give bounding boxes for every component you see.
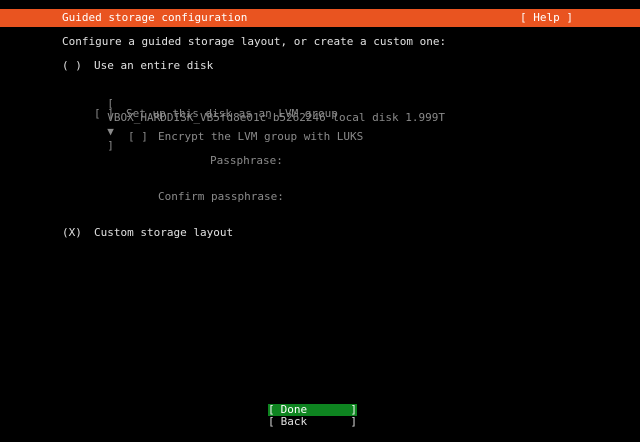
entire-disk-label: Use an entire disk (94, 59, 214, 72)
page-title: Guided storage configuration (62, 11, 248, 24)
custom-layout-radio[interactable]: (X) (62, 226, 82, 240)
back-button[interactable]: [ Back ] (268, 416, 357, 428)
disk-select-close: ] (107, 139, 114, 152)
back-button-label: Back (280, 415, 308, 428)
custom-layout-label: Custom storage layout (94, 226, 234, 239)
confirm-passphrase-label: Confirm passphrase: (158, 190, 284, 203)
passphrase-label: Passphrase: (210, 154, 283, 167)
intro-text: Configure a guided storage layout, or cr… (62, 35, 447, 48)
chevron-down-icon: ▼ (107, 125, 114, 138)
lvm-label: Set up this disk as an LVM group (126, 107, 338, 120)
disk-select: [ VBOX_HARDDISK_VB5fd8e01c-b5262246 loca… (94, 83, 445, 152)
encrypt-checkbox: [ ] (128, 130, 148, 143)
encrypt-label: Encrypt the LVM group with LUKS (158, 130, 364, 143)
back-button-open: [ (268, 415, 275, 428)
lvm-checkbox: [ ] (94, 107, 114, 120)
help-button[interactable]: [ Help ] (520, 11, 573, 25)
entire-disk-radio[interactable]: ( ) (62, 59, 82, 73)
back-button-close: ] (350, 415, 357, 428)
